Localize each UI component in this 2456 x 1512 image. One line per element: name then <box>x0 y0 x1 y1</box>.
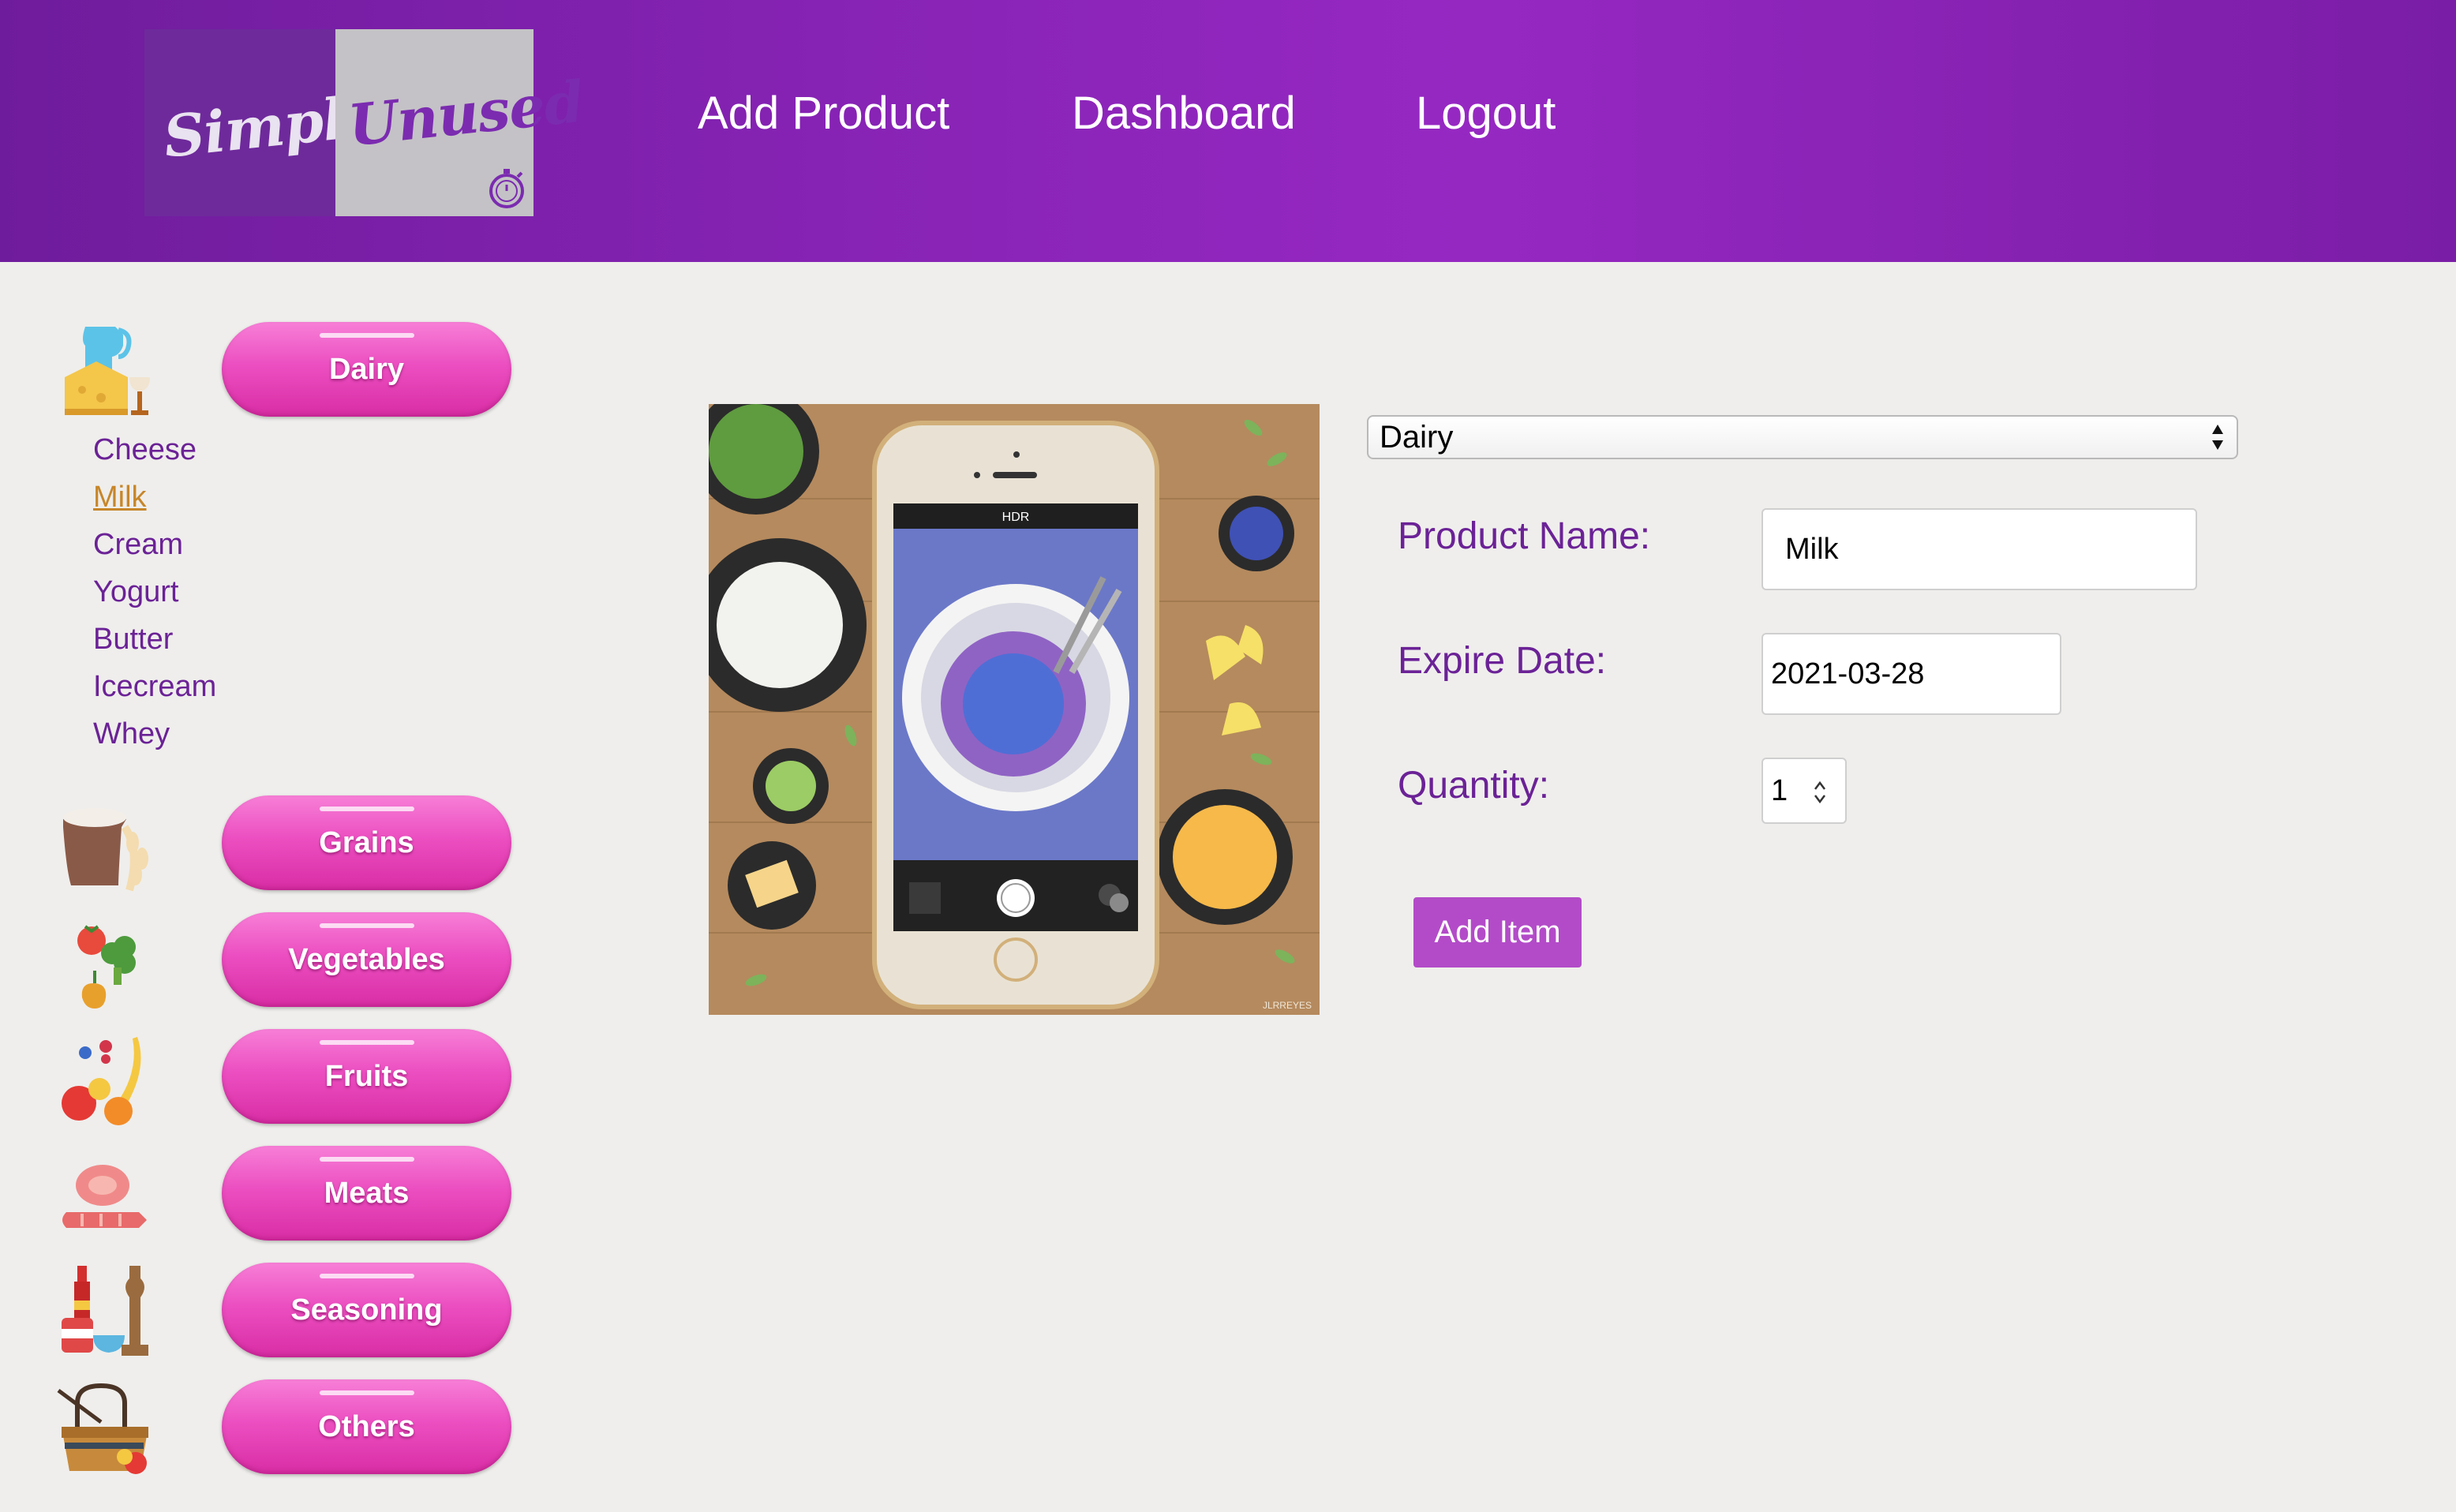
category-others-button[interactable]: Others <box>222 1379 511 1474</box>
dairy-item-icecream[interactable]: Icecream <box>93 663 216 710</box>
category-row-vegetables: Vegetables <box>47 912 521 1009</box>
dairy-item-butter[interactable]: Butter <box>93 616 216 663</box>
expire-date-value: 2021-03-28 <box>1771 657 1925 691</box>
select-arrows-icon <box>2212 425 2223 450</box>
category-seasoning-button[interactable]: Seasoning <box>222 1263 511 1357</box>
product-name-label: Product Name: <box>1398 515 1651 557</box>
stopwatch-icon <box>489 169 524 208</box>
category-grains-button[interactable]: Grains <box>222 795 511 890</box>
top-header: Simply Unused Add Product Dashboard Logo… <box>0 0 2456 262</box>
category-row-others: Others <box>47 1379 521 1474</box>
category-row-fruits: Fruits <box>47 1029 521 1125</box>
category-select[interactable]: Dairy <box>1367 415 2238 459</box>
quantity-stepper[interactable]: 1 <box>1762 758 1847 824</box>
quantity-label: Quantity: <box>1398 765 1550 807</box>
logo-text-unused: Unused <box>345 67 586 159</box>
nav-logout[interactable]: Logout <box>1416 87 1556 140</box>
others-icon <box>57 1383 148 1474</box>
vegetables-icon <box>77 925 136 1009</box>
logo-left-panel: Simply <box>144 29 379 216</box>
category-row-meats: Meats <box>47 1146 521 1241</box>
nav-add-product[interactable]: Add Product <box>698 87 949 140</box>
app-logo[interactable]: Simply Unused <box>144 29 586 216</box>
category-vegetables-button[interactable]: Vegetables <box>222 912 511 1007</box>
category-row-grains: Grains <box>47 795 521 892</box>
dairy-item-cream[interactable]: Cream <box>93 521 216 568</box>
category-select-value: Dairy <box>1380 420 1454 455</box>
fruits-icon <box>62 1037 141 1125</box>
add-item-button[interactable]: Add Item <box>1413 897 1582 967</box>
product-name-value: Milk <box>1785 532 1839 566</box>
dairy-item-list: Cheese Milk Cream Yogurt Butter Icecream… <box>93 426 216 758</box>
logo-right-panel: Unused <box>335 29 586 216</box>
grains-icon <box>63 808 148 892</box>
dairy-item-whey[interactable]: Whey <box>93 710 216 758</box>
stepper-arrows-icon[interactable] <box>1810 775 1829 810</box>
category-dairy-button[interactable]: Dairy <box>222 322 511 417</box>
seasoning-icon <box>62 1266 148 1356</box>
dairy-icon <box>65 327 150 415</box>
category-row-dairy: Dairy <box>47 322 521 417</box>
category-meats-button[interactable]: Meats <box>222 1146 511 1241</box>
meats-icon <box>62 1165 147 1228</box>
category-fruits-button[interactable]: Fruits <box>222 1029 511 1124</box>
expire-date-input[interactable]: 2021-03-28 <box>1762 633 2061 715</box>
quantity-value: 1 <box>1771 773 1788 807</box>
dairy-item-yogurt[interactable]: Yogurt <box>93 568 216 616</box>
product-name-input[interactable]: Milk <box>1762 508 2197 590</box>
nav-dashboard[interactable]: Dashboard <box>1072 87 1296 140</box>
dairy-item-milk[interactable]: Milk <box>93 473 216 521</box>
food-photo-illustration: HDR JLRREYES <box>709 404 1320 1015</box>
watermark-text: JLRREYES <box>1263 1000 1312 1011</box>
hdr-label: HDR <box>1002 511 1030 524</box>
dairy-item-cheese[interactable]: Cheese <box>93 426 216 473</box>
category-row-seasoning: Seasoning <box>47 1263 521 1357</box>
expire-date-label: Expire Date: <box>1398 640 1607 682</box>
